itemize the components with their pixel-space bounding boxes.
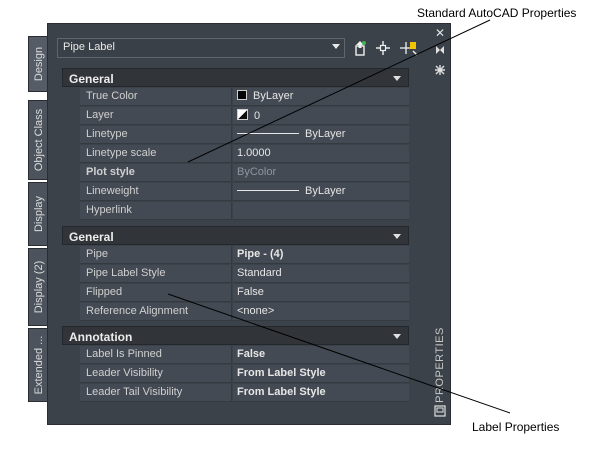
leader-line-bottom (167, 293, 511, 414)
annotation-label-properties: Label Properties (472, 420, 560, 434)
annotation-standard-properties: Standard AutoCAD Properties (417, 6, 577, 20)
callout-leaders (167, 19, 511, 414)
leader-line-top (187, 19, 491, 163)
